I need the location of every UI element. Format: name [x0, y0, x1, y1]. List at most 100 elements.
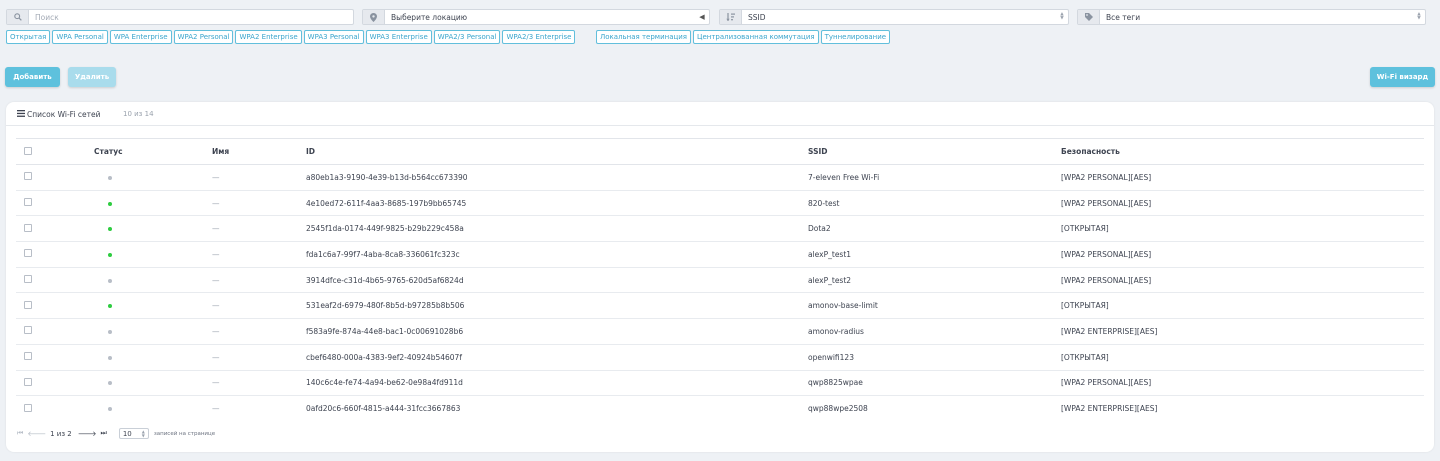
next-page-icon[interactable]: 🡒	[78, 429, 97, 438]
table-row[interactable]: — fda1c6a7-99f7-4aba-8ca8-336061fc323c ale…	[16, 241, 1424, 268]
table-row[interactable]: — 0afd20c6-660f-4815-a444-31fcc3667863 qwp…	[16, 396, 1424, 422]
row-id: 4e10ed72-611f-4aa3-8685-197b9bb65745	[306, 198, 467, 208]
first-page-icon[interactable]: ⏮	[17, 429, 23, 438]
tag-wpa2-enterprise[interactable]: WPA2 Enterprise	[235, 30, 302, 44]
location-value: Выберите локацию	[391, 12, 468, 22]
tag-wpa-enterprise[interactable]: WPA Enterprise	[109, 30, 172, 44]
table-row[interactable]: — 4e10ed72-611f-4aa3-8685-197b9bb65745 820…	[16, 190, 1424, 217]
table-row[interactable]: — cbef6480-000a-4383-9ef2-40924b54607f ope…	[16, 344, 1424, 371]
row-name: —	[212, 249, 220, 259]
row-id: f583a9fe-874a-44e8-bac1-0c00691028b6	[306, 326, 464, 336]
caret-left-icon: ◀	[699, 13, 705, 21]
last-page-icon[interactable]: ⏭	[101, 429, 107, 438]
row-checkbox[interactable]	[24, 275, 32, 284]
table-row[interactable]: — a80eb1a3-9190-4e39-b13d-b564cc673390 7-e…	[16, 164, 1424, 191]
row-security: [WPA2 PERSONAL][AES]	[1061, 249, 1152, 259]
updown-icon: ▲ ▼	[1417, 12, 1421, 21]
column-security[interactable]: Безопасность	[1061, 139, 1424, 165]
row-security: [WPA2 PERSONAL][AES]	[1061, 275, 1152, 285]
row-checkbox[interactable]	[24, 300, 32, 309]
card-title-text: Список Wi-Fi сетей	[27, 110, 101, 119]
row-checkbox[interactable]	[24, 249, 32, 258]
search-icon	[7, 10, 29, 24]
row-security: [WPA2 PERSONAL][AES]	[1061, 172, 1152, 182]
tag-local-termination[interactable]: Локальная терминация	[596, 30, 692, 44]
row-security: [WPA2 PERSONAL][AES]	[1061, 198, 1152, 208]
table-row[interactable]: — 3914dfce-c31d-4b65-9765-620d5af6824d ale…	[16, 267, 1424, 294]
row-ssid: 7-eleven Free Wi-Fi	[808, 172, 880, 182]
location-select[interactable]: Выберите локацию ◀	[362, 9, 710, 25]
row-id: 3914dfce-c31d-4b65-9765-620d5af6824d	[306, 275, 464, 285]
row-name: —	[212, 172, 220, 182]
table-row[interactable]: — 2545f1da-0174-449f-9825-b29b229c458a Dot…	[16, 215, 1424, 243]
row-name: —	[212, 301, 220, 311]
prev-page-icon[interactable]: 🡐	[27, 429, 46, 438]
status-dot	[108, 227, 112, 232]
per-page-value: 10	[122, 429, 132, 438]
search-input[interactable]: Поиск	[29, 13, 353, 22]
tag-central-switching[interactable]: Централизованная коммутация	[693, 30, 819, 44]
row-security: [ОТКРЫТАЯ]	[1061, 301, 1109, 311]
security-filter-tags: Открытая WPA Personal WPA Enterprise WPA…	[6, 30, 576, 44]
row-checkbox[interactable]	[24, 223, 32, 232]
tag-open[interactable]: Открытая	[6, 30, 51, 44]
row-name: —	[212, 378, 220, 388]
row-id: fda1c6a7-99f7-4aba-8ca8-336061fc323c	[306, 249, 460, 259]
row-checkbox[interactable]	[24, 352, 32, 361]
tag-wpa23-personal[interactable]: WPA2/3 Personal	[433, 30, 501, 44]
record-count: 10 из 14	[123, 110, 154, 118]
column-status[interactable]: Статус	[94, 139, 212, 165]
ssid-sort-select[interactable]: SSID ▲ ▼	[719, 9, 1069, 25]
card-header: Список Wi-Fi сетей 10 из 14	[6, 102, 1434, 126]
pagination: ⏮ 🡐 1 из 2 🡒 ⏭ 10 ▲ ▼ записей на странице	[17, 428, 215, 439]
tag-wpa-personal[interactable]: WPA Personal	[52, 30, 108, 44]
status-dot	[108, 201, 112, 206]
row-name: —	[212, 352, 220, 362]
tag-tunneling[interactable]: Туннелирование	[820, 30, 891, 44]
row-ssid: qwp8825wpae	[808, 378, 863, 388]
search-box[interactable]: Поиск	[6, 9, 354, 25]
row-checkbox[interactable]	[24, 172, 32, 181]
column-name[interactable]: Имя	[212, 139, 306, 165]
table-row[interactable]: — f583a9fe-874a-44e8-bac1-0c00691028b6 amo…	[16, 318, 1424, 345]
delete-button[interactable]: Удалить	[68, 67, 116, 87]
status-dot	[108, 304, 112, 309]
per-page-label: записей на странице	[153, 430, 216, 437]
row-ssid: qwp88wpe2508	[808, 404, 868, 414]
ssid-sort-value: SSID	[748, 12, 766, 22]
per-page-select[interactable]: 10 ▲ ▼	[118, 428, 149, 439]
column-id[interactable]: ID	[306, 139, 808, 165]
wifi-networks-card: Список Wi-Fi сетей 10 из 14 Статус Имя I…	[6, 102, 1434, 452]
select-all-checkbox[interactable]	[24, 146, 32, 155]
tag-wpa3-enterprise[interactable]: WPA3 Enterprise	[365, 30, 432, 44]
mode-filter-tags: Локальная терминация Централизованная ко…	[596, 30, 891, 44]
column-ssid[interactable]: SSID	[808, 139, 1061, 165]
table-row[interactable]: — 140c6c4e-fe74-4a94-be62-0e98a4fd911d qwp…	[16, 370, 1424, 397]
tag-wpa23-enterprise[interactable]: WPA2/3 Enterprise	[502, 30, 576, 44]
wifi-wizard-button[interactable]: Wi-Fi визард	[1370, 67, 1435, 87]
status-dot	[108, 175, 112, 180]
row-security: [ОТКРЫТАЯ]	[1061, 352, 1109, 362]
row-name: —	[212, 198, 220, 208]
table-body: — a80eb1a3-9190-4e39-b13d-b564cc673390 7-e…	[16, 164, 1424, 422]
tag-wpa2-personal[interactable]: WPA2 Personal	[173, 30, 234, 44]
row-ssid: openwifi123	[808, 352, 854, 362]
row-name: —	[212, 404, 220, 414]
status-dot	[108, 278, 112, 283]
row-checkbox[interactable]	[24, 377, 32, 386]
row-name: —	[212, 326, 220, 336]
row-security: [ОТКРЫТАЯ]	[1061, 224, 1109, 234]
table-row[interactable]: — 531eaf2d-6979-480f-8b5d-b97285b8b506 amo…	[16, 292, 1424, 320]
row-checkbox[interactable]	[24, 326, 32, 335]
card-title: Список Wi-Fi сетей	[17, 110, 101, 119]
row-id: 0afd20c6-660f-4815-a444-31fcc3667863	[306, 404, 461, 414]
status-dot	[108, 407, 112, 412]
add-button[interactable]: Добавить	[5, 67, 60, 87]
row-checkbox[interactable]	[24, 198, 32, 207]
map-pin-icon	[363, 10, 385, 24]
tags-select[interactable]: Все теги ▲ ▼	[1077, 9, 1426, 25]
tag-wpa3-personal[interactable]: WPA3 Personal	[303, 30, 364, 44]
row-security: [WPA2 ENTERPRISE][AES]	[1061, 326, 1158, 336]
status-dot	[108, 381, 112, 386]
row-checkbox[interactable]	[24, 403, 32, 412]
